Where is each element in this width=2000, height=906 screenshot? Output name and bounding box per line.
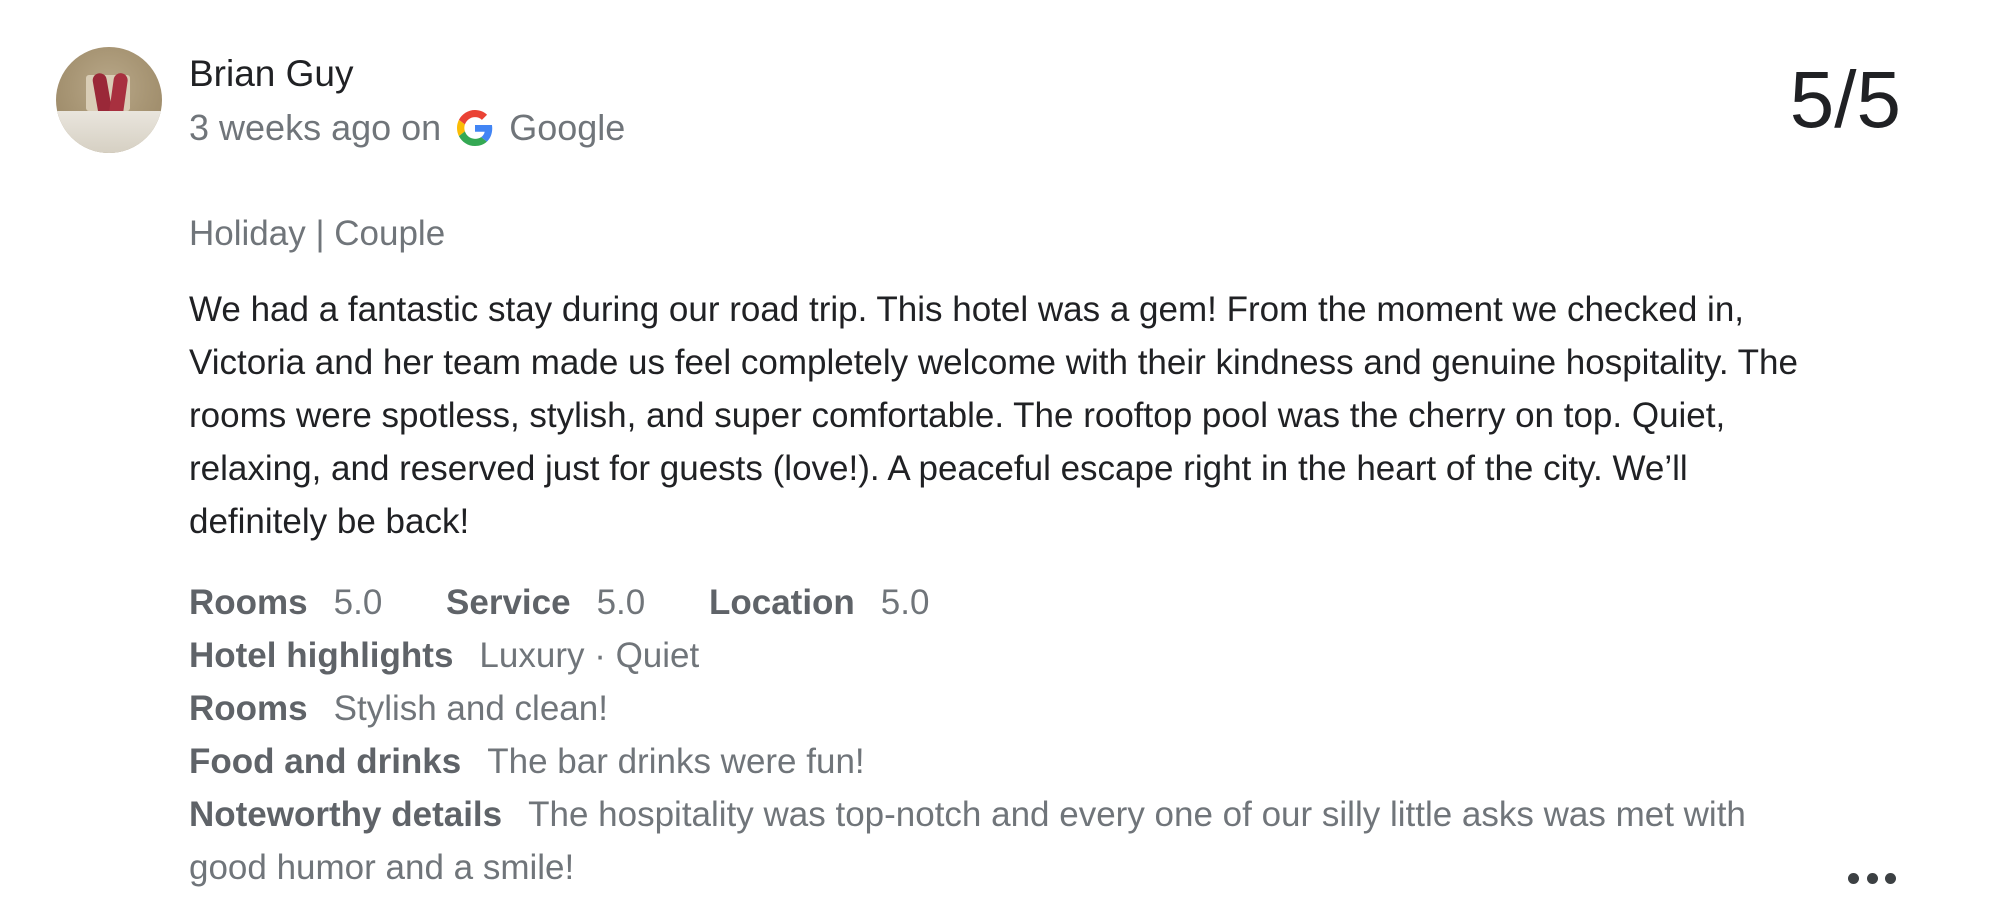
review-source[interactable]: Google (509, 107, 625, 149)
review-meta: 3 weeks ago on Google (189, 106, 625, 150)
attribute-noteworthy-details: Noteworthy details The hospitality was to… (189, 788, 1829, 894)
more-options-icon[interactable] (1848, 862, 1896, 894)
attribute-rooms: Rooms Stylish and clean! (189, 682, 1829, 735)
rating-value: 5.0 (880, 583, 930, 622)
attribute-label: Food and drinks (189, 742, 462, 781)
review-text: We had a fantastic stay during our road … (189, 290, 1798, 541)
review-time: 3 weeks ago on (189, 107, 442, 148)
category-ratings: Rooms 5.0 Service 5.0 Location 5.0 (189, 576, 1829, 629)
review-attributes: Rooms 5.0 Service 5.0 Location 5.0 Hotel hi… (189, 576, 1829, 894)
rating-rooms: Rooms 5.0 (189, 576, 382, 629)
review-card: Brian Guy 3 weeks ago on Google 5/5 Holi… (0, 0, 2000, 906)
review-score: 5/5 (1789, 55, 1901, 144)
rating-label: Rooms (189, 583, 308, 622)
attribute-value: Stylish and clean! (333, 689, 608, 728)
attribute-label: Rooms (189, 689, 308, 728)
avatar-photo-surface (56, 111, 162, 153)
rating-location: Location 5.0 (709, 576, 929, 629)
attribute-label: Noteworthy details (189, 795, 503, 834)
more-options-dot (1885, 872, 1896, 884)
rating-label: Location (708, 583, 855, 622)
rating-label: Service (446, 583, 571, 622)
more-options-dot (1866, 872, 1878, 884)
attribute-value: The bar drinks were fun! (487, 742, 865, 781)
attribute-label: Hotel highlights (189, 636, 454, 675)
google-g-icon (457, 110, 493, 146)
rating-service: Service 5.0 (446, 576, 645, 629)
attribute-value: Luxury · Quiet (479, 636, 700, 675)
trip-type: Holiday | Couple (189, 214, 446, 253)
author-avatar[interactable] (56, 47, 162, 153)
rating-value: 5.0 (333, 583, 383, 622)
more-options-dot (1848, 872, 1859, 884)
attribute-hotel-highlights: Hotel highlights Luxury · Quiet (189, 629, 1829, 682)
rating-value: 5.0 (596, 583, 646, 622)
author-name[interactable]: Brian Guy (189, 52, 354, 96)
attribute-food-and-drinks: Food and drinks The bar drinks were fun! (189, 735, 1829, 788)
